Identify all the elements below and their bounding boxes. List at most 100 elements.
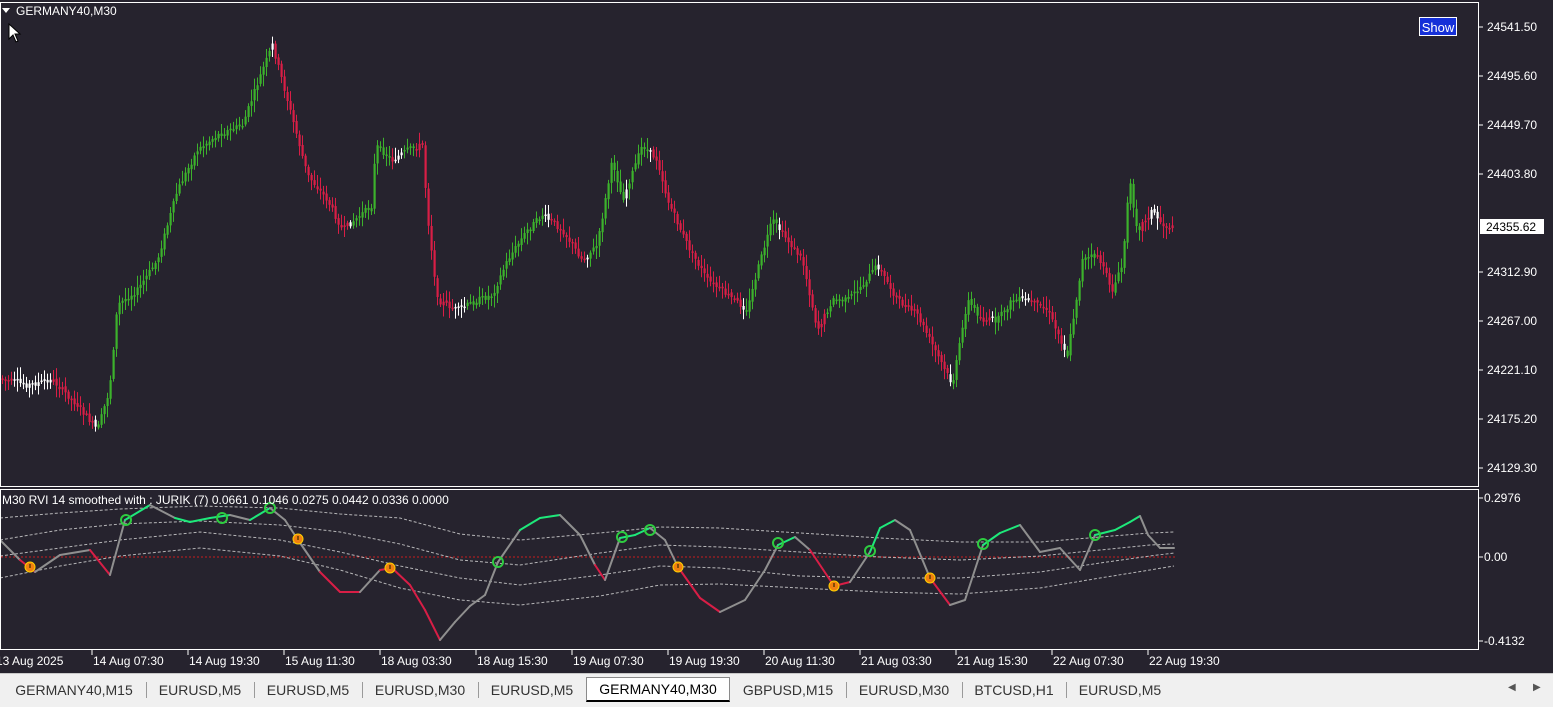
candle-body — [331, 204, 334, 208]
candle-body — [877, 264, 880, 270]
chart-symbol-title: GERMANY40,M30 — [16, 4, 117, 18]
candle-body — [532, 222, 535, 232]
middle-upper-band — [0, 520, 1175, 566]
price-axis-label: 24267.00 — [1487, 314, 1537, 328]
candle-body — [631, 170, 634, 183]
candle-body — [1108, 273, 1111, 285]
candle-body — [751, 288, 754, 302]
rvi-line-segment — [559, 514, 581, 536]
tab-eurusd-m5[interactable]: EURUSD,M5 — [254, 679, 362, 701]
candle-body — [1015, 299, 1018, 302]
triangle-left-icon[interactable]: ◀ — [1508, 682, 1516, 693]
candle-body — [1, 378, 4, 380]
tab-gbpusd-m15[interactable]: GBPUSD,M15 — [730, 679, 846, 701]
time-axis-label: 22 Aug 19:30 — [1149, 654, 1220, 668]
candle-body — [748, 300, 751, 312]
triangle-right-icon[interactable]: ▶ — [1533, 682, 1541, 693]
candle-body — [79, 405, 82, 407]
candle-body — [250, 101, 253, 106]
candle-body — [961, 327, 964, 343]
candle-body — [778, 224, 781, 231]
candle-body — [37, 382, 40, 387]
candle-body — [34, 382, 37, 386]
candle-body — [526, 229, 529, 233]
candle-body — [988, 317, 991, 321]
candle-body — [508, 258, 511, 262]
candle-body — [427, 188, 430, 226]
candle-body — [568, 237, 571, 242]
time-axis-label: 21 Aug 15:30 — [957, 654, 1028, 668]
tab-eurusd-m30[interactable]: EURUSD,M30 — [362, 679, 478, 701]
candle-body — [232, 129, 235, 131]
candle-body — [169, 213, 172, 226]
candle-body — [463, 306, 466, 309]
candle-body — [763, 247, 766, 256]
candle-body — [808, 279, 811, 296]
candle-body — [517, 243, 520, 247]
candle-body — [142, 280, 145, 285]
candle-body — [934, 345, 937, 351]
tab-eurusd-m5[interactable]: EURUSD,M5 — [478, 679, 586, 701]
time-axis-label: 15 Aug 11:30 — [285, 654, 355, 668]
candle-body — [583, 258, 586, 261]
candle-body — [904, 304, 907, 308]
rvi-line-segment — [424, 609, 441, 641]
candle-body — [19, 378, 22, 384]
candle-body — [937, 350, 940, 357]
tab-eurusd-m5[interactable]: EURUSD,M5 — [146, 679, 254, 701]
candle-body — [829, 306, 832, 312]
candle-body — [40, 380, 43, 383]
candle-body — [511, 252, 514, 260]
candle-body — [469, 302, 472, 304]
candle-body — [235, 125, 238, 130]
candle-body — [1114, 282, 1117, 293]
rvi-line-segment — [604, 537, 621, 581]
candle-body — [448, 301, 451, 309]
show-button[interactable]: Show — [1419, 17, 1457, 36]
candle-body — [475, 302, 478, 306]
candle-body — [640, 146, 643, 155]
rvi-line-segment — [794, 536, 811, 551]
tab-btcusd-h1[interactable]: BTCUSD,H1 — [962, 679, 1066, 701]
candle-body — [691, 251, 694, 253]
candle-body — [646, 149, 649, 152]
candle-body — [46, 379, 49, 383]
candle-body — [928, 333, 931, 337]
rvi-line-segment — [1019, 524, 1041, 553]
candle-body — [682, 230, 685, 235]
candle-body — [82, 407, 85, 415]
candle-body — [223, 134, 226, 136]
candle-body — [163, 233, 166, 250]
candle-body — [130, 295, 133, 300]
candle-body — [817, 321, 820, 329]
candle-body — [313, 180, 316, 185]
candle-body — [769, 223, 772, 236]
tab-germany40-m15[interactable]: GERMANY40,M15 — [2, 679, 146, 701]
candle-body — [895, 295, 898, 298]
chart-canvas[interactable]: 24541.50 24495.60 24449.70 24403.80 24312.90… — [0, 0, 1553, 673]
candle-body — [1072, 318, 1075, 335]
price-axis-label: 24312.90 — [1487, 265, 1537, 279]
time-axis-label: 19 Aug 19:30 — [669, 654, 740, 668]
tab-germany40-m30[interactable]: GERMANY40,M30 — [586, 677, 730, 702]
candle-body — [1027, 298, 1030, 301]
rvi-line-segment — [719, 599, 746, 613]
candle-body — [916, 309, 919, 314]
triangle-down-icon[interactable] — [2, 8, 10, 13]
tab-eurusd-m30[interactable]: EURUSD,M30 — [846, 679, 962, 701]
candle-body — [1009, 300, 1012, 310]
time-axis-label: 22 Aug 07:30 — [1053, 654, 1124, 668]
candle-body — [1081, 259, 1084, 282]
candle-body — [115, 314, 118, 349]
candle-body — [946, 368, 949, 373]
candle-body — [538, 219, 541, 221]
candle-body — [634, 163, 637, 170]
chart-window[interactable]: 24541.50 24495.60 24449.70 24403.80 24312.90… — [0, 0, 1553, 673]
rvi-line-segment — [109, 519, 126, 576]
candle-body — [1084, 257, 1087, 260]
candle-body — [127, 298, 130, 301]
tab-eurusd-m5[interactable]: EURUSD,M5 — [1066, 679, 1174, 701]
candle-body — [151, 267, 154, 270]
candle-body — [496, 285, 499, 294]
candle-body — [592, 247, 595, 252]
